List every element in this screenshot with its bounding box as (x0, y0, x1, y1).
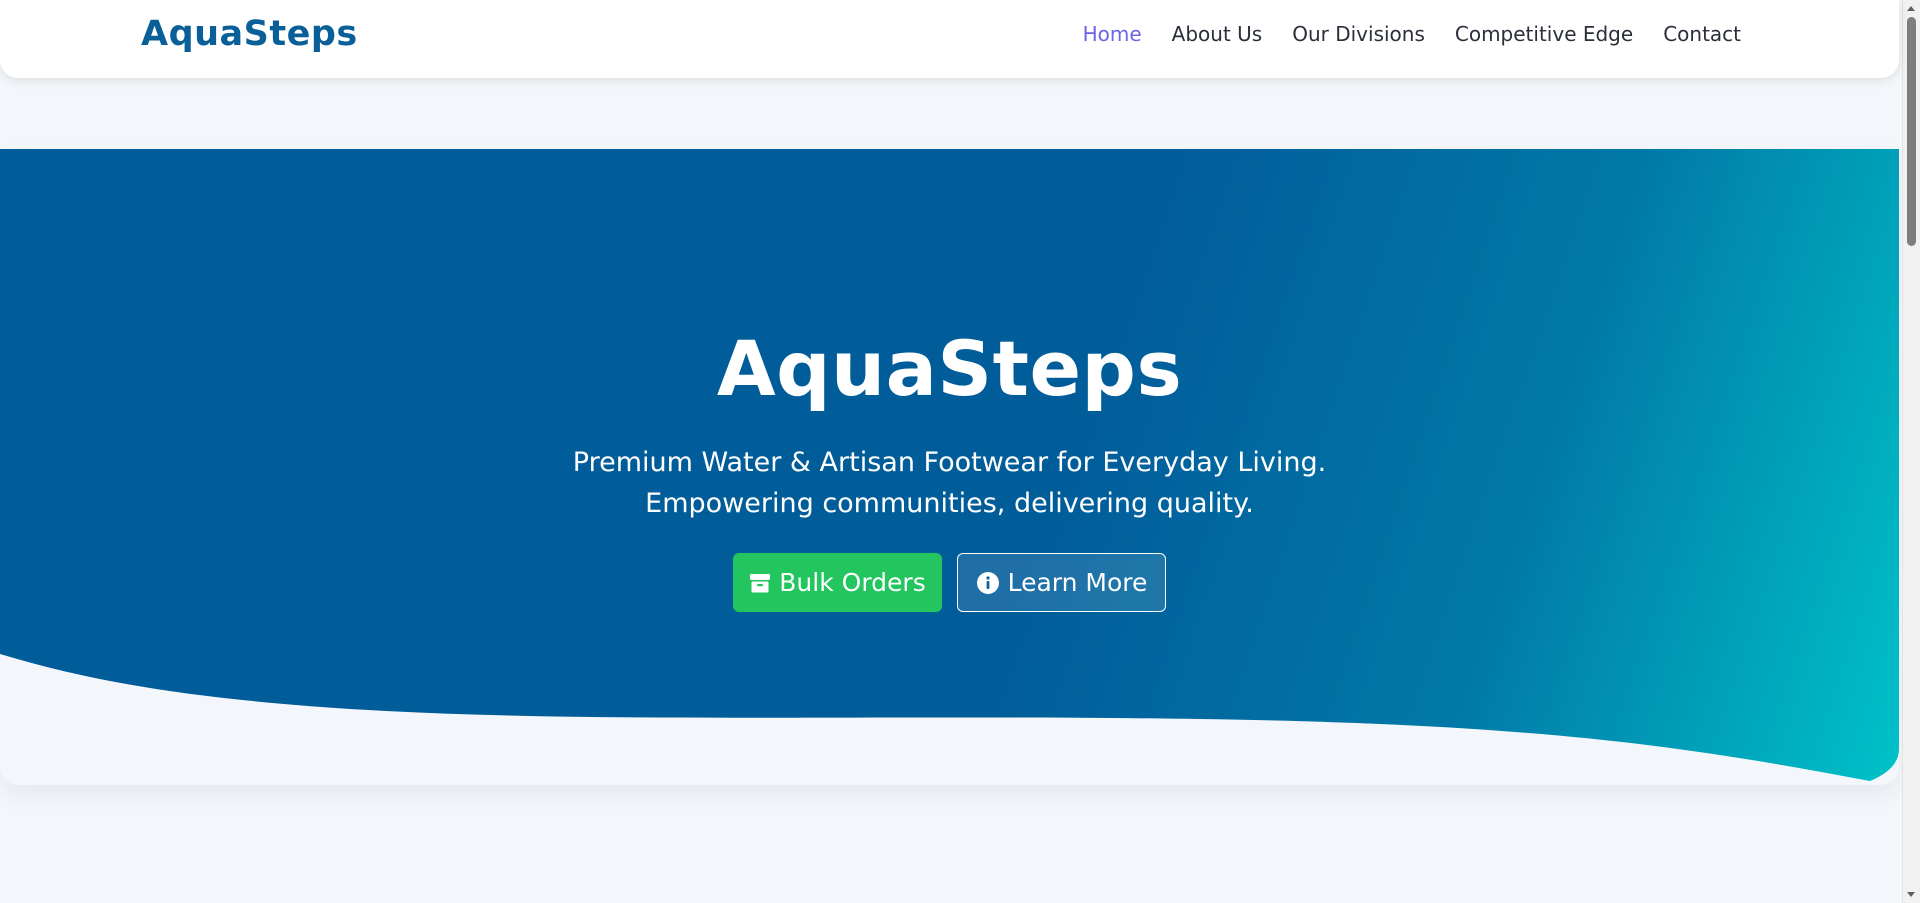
nav-item-our-divisions[interactable]: Our Divisions (1292, 22, 1425, 46)
nav-item-contact[interactable]: Contact (1663, 22, 1741, 46)
scroll-down-arrow-icon[interactable] (1907, 892, 1915, 897)
scroll-up-arrow-icon[interactable] (1907, 6, 1915, 11)
scroll-thumb[interactable] (1907, 17, 1916, 246)
nav-menu: Home About Us Our Divisions Competitive … (1083, 22, 1741, 46)
nav-item-about-us[interactable]: About Us (1172, 22, 1263, 46)
learn-more-button[interactable]: Learn More (957, 553, 1166, 612)
hero-section: AquaSteps Premium Water & Artisan Footwe… (0, 149, 1899, 785)
box-icon (749, 572, 771, 594)
bulk-orders-button[interactable]: Bulk Orders (733, 553, 942, 612)
nav-item-home[interactable]: Home (1083, 22, 1142, 46)
hero-title: AquaSteps (716, 324, 1183, 413)
nav-item-competitive-edge[interactable]: Competitive Edge (1455, 22, 1633, 46)
bulk-orders-label: Bulk Orders (779, 568, 926, 597)
info-circle-icon (976, 571, 1000, 595)
brand-logo[interactable]: AquaSteps (141, 14, 358, 54)
learn-more-label: Learn More (1007, 568, 1148, 597)
hero-subtitle-line-1: Premium Water & Artisan Footwear for Eve… (572, 447, 1327, 478)
hero-actions: Bulk Orders Learn More (0, 553, 1899, 612)
top-navbar: AquaSteps Home About Us Our Divisions Co… (0, 0, 1899, 78)
page-scrollbar[interactable] (1902, 0, 1920, 903)
hero-subtitle: Premium Water & Artisan Footwear for Eve… (0, 442, 1899, 524)
hero-subtitle-line-2: Empowering communities, delivering quali… (645, 488, 1254, 519)
